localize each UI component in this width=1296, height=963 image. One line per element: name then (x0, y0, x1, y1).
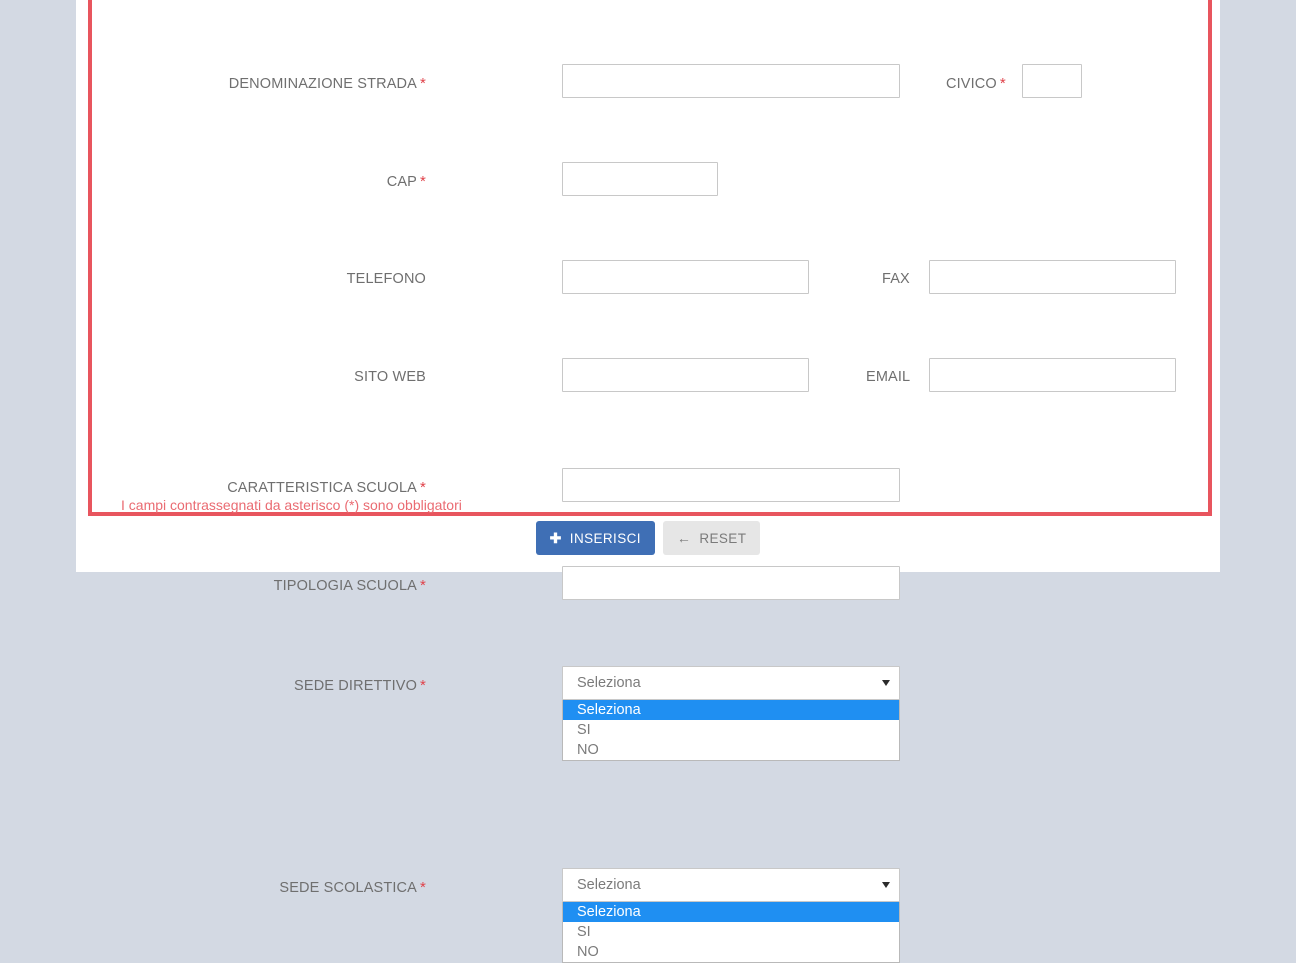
form-row-strada-civico: DENOMINAZIONE STRADA * CIVICO * (92, 4, 1208, 98)
form-row-caratteristica-scuola: CARATTERISTICA SCUOLA * (92, 206, 1208, 502)
select-sede-direttivo[interactable]: Seleziona Seleziona SI NO (562, 666, 900, 761)
form-actions: ✚ INSERISCI ← RESET (76, 521, 1220, 555)
option-sede-scolastica-no[interactable]: NO (563, 942, 899, 962)
select-sede-scolastica-options[interactable]: Seleziona SI NO (562, 902, 900, 963)
select-sede-scolastica[interactable]: Seleziona Seleziona SI NO (562, 868, 900, 963)
form-row-cap: CAP * (92, 53, 1208, 196)
label-sede-scolastica: SEDE SCOLASTICA * (279, 879, 426, 896)
select-sede-direttivo-display[interactable]: Seleziona (562, 666, 900, 700)
option-sede-direttivo-no[interactable]: NO (563, 740, 899, 760)
select-sede-scolastica-display[interactable]: Seleziona (562, 868, 900, 902)
arrow-left-icon: ← (676, 530, 692, 546)
form-row-sede-direttivo: SEDE DIRETTIVO * Seleziona Seleziona SI N… (92, 305, 1208, 761)
page-content: DENOMINAZIONE STRADA * CIVICO * CAP * TELEF… (76, 0, 1220, 963)
required-asterisk: * (420, 879, 426, 896)
form-row-tipologia-scuola: TIPOLOGIA SCUOLA * (92, 255, 1208, 600)
option-sede-direttivo-si[interactable]: SI (563, 720, 899, 740)
chevron-down-icon (882, 680, 890, 686)
plus-icon: ✚ (549, 530, 562, 546)
label-sede-direttivo: SEDE DIRETTIVO * (294, 677, 426, 694)
required-asterisk: * (420, 677, 426, 694)
form-row-sitoweb-email: SITO WEB EMAIL (92, 151, 1208, 392)
option-sede-scolastica-si[interactable]: SI (563, 922, 899, 942)
option-sede-direttivo-seleziona[interactable]: Seleziona (563, 700, 899, 720)
reset-button[interactable]: ← RESET (662, 521, 761, 555)
label-tipologia-scuola: TIPOLOGIA SCUOLA * (273, 577, 426, 594)
select-sede-direttivo-options[interactable]: Seleziona SI NO (562, 700, 900, 761)
insert-button[interactable]: ✚ INSERISCI (535, 521, 655, 555)
select-sede-scolastica-value: Seleziona (577, 877, 641, 893)
select-sede-direttivo-value: Seleziona (577, 675, 641, 691)
form-row-telefono-fax: TELEFONO FAX (92, 102, 1208, 294)
reset-button-label: RESET (699, 530, 747, 546)
school-registration-form: DENOMINAZIONE STRADA * CIVICO * CAP * TELEF… (88, 0, 1212, 963)
required-fields-note: I campi contrassegnati da asterisco (*) … (121, 497, 462, 513)
input-tipologia-scuola[interactable] (562, 566, 900, 600)
required-asterisk: * (420, 577, 426, 594)
option-sede-scolastica-seleziona[interactable]: Seleziona (563, 902, 899, 922)
insert-button-label: INSERISCI (569, 530, 641, 546)
chevron-down-icon (882, 882, 890, 888)
